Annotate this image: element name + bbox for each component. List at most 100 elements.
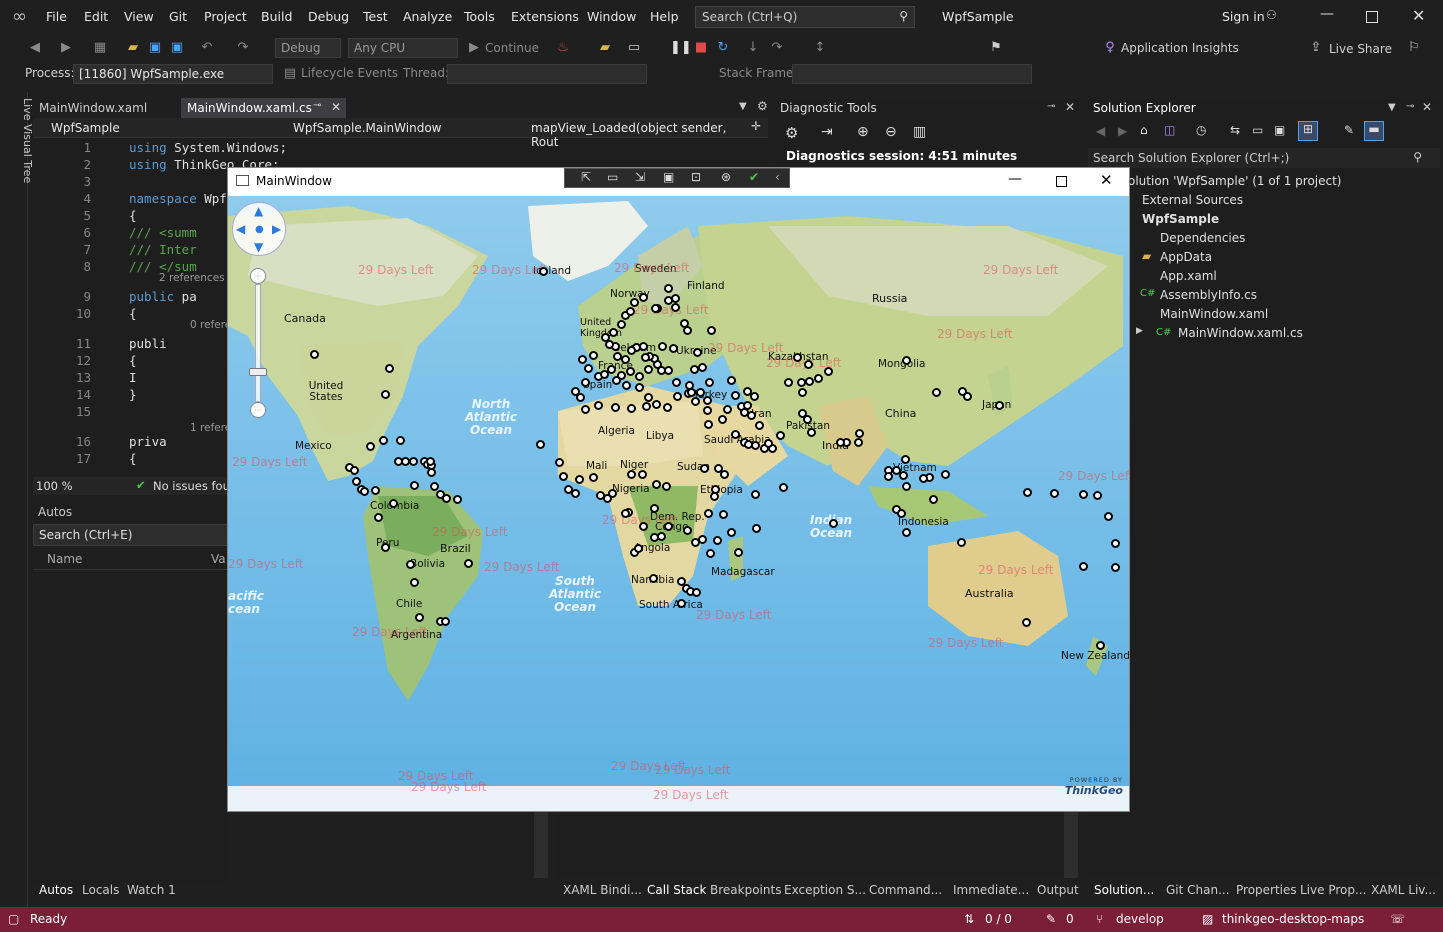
menu-help[interactable]: Help [650, 9, 679, 24]
app-insights-button[interactable]: Application Insights [1121, 41, 1239, 55]
window-titlebar[interactable]: MainWindow ⇱ ▭ ⇲ ▣ ⊡ ⊛ ✔ ‹ — ✕ [228, 168, 1129, 196]
home-icon[interactable]: ⌂ [1140, 123, 1148, 137]
middle-scrollbar[interactable] [534, 812, 548, 878]
map-marker[interactable] [751, 490, 760, 499]
map-marker[interactable] [406, 560, 415, 569]
map-marker[interactable] [664, 366, 673, 375]
map-marker[interactable] [932, 388, 941, 397]
map-marker[interactable] [600, 370, 609, 379]
hot-reload-icon[interactable]: ♨ [555, 40, 571, 56]
map-marker[interactable] [409, 457, 418, 466]
map-marker[interactable] [673, 392, 682, 401]
map-marker[interactable] [793, 353, 802, 362]
map-marker[interactable] [727, 528, 736, 537]
forward-icon[interactable]: ▶ [58, 40, 74, 56]
window-close-icon[interactable]: ✕ [1100, 171, 1113, 189]
map-marker[interactable] [776, 431, 785, 440]
menu-project[interactable]: Project [204, 9, 247, 24]
map-marker[interactable] [427, 468, 436, 477]
tab-xaml-binding[interactable]: XAML Bindi... [563, 883, 642, 897]
map-marker[interactable] [662, 482, 671, 491]
map-marker[interactable] [613, 352, 622, 361]
menu-tools[interactable]: Tools [464, 9, 495, 24]
map-marker[interactable] [764, 439, 773, 448]
map-marker[interactable] [718, 415, 727, 424]
zoom-out-icon[interactable]: ⊖ [885, 124, 897, 140]
map-marker[interactable] [805, 377, 814, 386]
map-marker[interactable] [1050, 489, 1059, 498]
undo-icon[interactable]: ↶ [199, 40, 215, 56]
map-marker[interactable] [704, 509, 713, 518]
map-marker[interactable] [559, 472, 568, 481]
tab-call-stack[interactable]: Call Stack [647, 883, 706, 897]
step-out-icon[interactable]: ↕ [812, 40, 828, 56]
map-marker[interactable] [854, 438, 863, 447]
map-marker[interactable] [743, 387, 752, 396]
project-node[interactable]: WpfSample [1142, 212, 1219, 226]
map-marker[interactable] [696, 388, 705, 397]
map-marker[interactable] [657, 532, 666, 541]
zoom-in-button[interactable]: + [250, 268, 266, 284]
map-marker[interactable] [310, 350, 319, 359]
map-marker[interactable] [704, 420, 713, 429]
map-marker[interactable] [1093, 491, 1102, 500]
sync-icon[interactable]: ⇆ [1230, 123, 1240, 137]
map-marker[interactable] [714, 464, 723, 473]
map-marker[interactable] [630, 298, 639, 307]
share-icon[interactable]: ⇪ [1308, 40, 1324, 56]
map-marker[interactable] [698, 363, 707, 372]
map-marker[interactable] [706, 549, 715, 558]
map-marker[interactable] [855, 429, 864, 438]
map-marker[interactable] [410, 578, 419, 587]
map-marker[interactable] [899, 471, 908, 480]
diag-settings-icon[interactable]: ⚙ [785, 124, 798, 142]
map-marker[interactable] [371, 486, 380, 495]
map-marker[interactable] [672, 378, 681, 387]
map-marker[interactable] [902, 528, 911, 537]
map-marker[interactable] [663, 403, 672, 412]
maximize-icon[interactable] [1366, 11, 1378, 23]
tab-mainwindow-xaml[interactable]: MainWindow.xaml [33, 98, 153, 118]
pan-up-icon[interactable]: ▲ [254, 204, 263, 218]
map-marker[interactable] [671, 303, 680, 312]
status-branch[interactable]: develop [1116, 912, 1164, 926]
map-marker[interactable] [797, 378, 806, 387]
sol-pin-icon[interactable]: ⊸ [1406, 101, 1414, 112]
map-marker[interactable] [751, 441, 760, 450]
pause-icon[interactable]: ❚❚ [670, 40, 692, 56]
menu-view[interactable]: View [124, 9, 154, 24]
save-icon[interactable]: ▣ [147, 40, 163, 56]
map-marker[interactable] [641, 353, 650, 362]
map-marker[interactable] [779, 483, 788, 492]
tab-solution[interactable]: Solution... [1094, 883, 1154, 897]
map-marker[interactable] [698, 535, 707, 544]
map-marker[interactable] [901, 455, 910, 464]
map-view[interactable]: CanadaUnited StatesMexicoColombiaPeruBra… [228, 196, 1129, 811]
editor-settings-icon[interactable]: ⚙ [757, 99, 768, 113]
pan-control[interactable]: ▲ ▼ ◀ ▶ ● [232, 202, 286, 256]
insights-icon[interactable]: ♀ [1102, 40, 1118, 56]
menu-analyze[interactable]: Analyze [403, 9, 452, 24]
map-marker[interactable] [584, 364, 593, 373]
map-marker[interactable] [902, 356, 911, 365]
menu-debug[interactable]: Debug [308, 9, 349, 24]
binding-icon[interactable]: ⊛ [721, 170, 731, 184]
map-marker[interactable] [703, 406, 712, 415]
map-marker[interactable] [441, 617, 450, 626]
map-marker[interactable] [617, 320, 626, 329]
map-marker[interactable] [804, 360, 813, 369]
notifications-icon[interactable]: ☏ [1390, 912, 1405, 926]
map-marker[interactable] [664, 522, 673, 531]
pending-changes-icon[interactable]: ◷ [1196, 123, 1206, 137]
assemblyinfo-node[interactable]: AssemblyInfo.cs [1160, 288, 1257, 302]
sol-search[interactable]: Search Solution Explorer (Ctrl+;) ⚲ [1088, 148, 1440, 168]
config-dropdown[interactable]: Debug [275, 38, 341, 58]
map-marker[interactable] [621, 355, 630, 364]
map-marker[interactable] [707, 326, 716, 335]
map-marker[interactable] [396, 436, 405, 445]
map-marker[interactable] [350, 466, 359, 475]
menu-file[interactable]: File [46, 9, 67, 24]
bookmark-icon[interactable]: ⚑ [988, 40, 1004, 56]
map-marker[interactable] [690, 365, 699, 374]
map-marker[interactable] [897, 509, 906, 518]
